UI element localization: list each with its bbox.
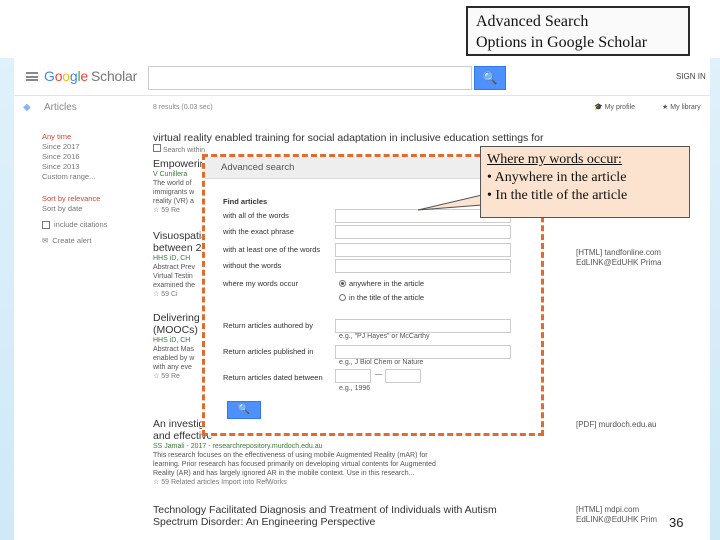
search-icon: 🔍	[482, 71, 498, 85]
at-least-one-input[interactable]	[335, 243, 511, 257]
query-echo: virtual reality enabled training for soc…	[153, 132, 544, 144]
checkbox-icon[interactable]	[153, 144, 161, 152]
my-library-link[interactable]: ★ My library	[662, 103, 701, 111]
slide-title-box: Advanced Search Options in Google Schola…	[466, 6, 690, 56]
fulltext-link-label: [HTML] tandfonline.com	[576, 248, 661, 257]
fulltext-link[interactable]: [HTML] mdpi.com EdLINK@EdUHK Prim	[576, 505, 657, 525]
envelope-icon: ✉	[42, 236, 49, 245]
authored-example: e.g., "PJ Hayes" or McCarthy	[339, 333, 430, 340]
callout-heading: Where my words occur:	[487, 152, 622, 167]
result-title-cont[interactable]: Spectrum Disorder: An Engineering Perspe…	[153, 516, 573, 528]
time-filter-2016[interactable]: Since 2016	[42, 152, 142, 162]
radio-anywhere[interactable]: anywhere in the article	[339, 279, 424, 288]
sort-date[interactable]: Sort by date	[42, 204, 142, 214]
page-number: 36	[669, 515, 684, 530]
google-scholar-logo[interactable]: Google Scholar	[44, 68, 137, 84]
result-meta: SS Jamali - 2017 - researchrepository.mu…	[153, 443, 323, 450]
include-citations-toggle[interactable]: include citations	[42, 220, 142, 230]
find-articles-heading: Find articles	[223, 197, 268, 206]
search-icon: 🔍	[237, 404, 251, 415]
filter-sidebar: Any time Since 2017 Since 2016 Since 201…	[42, 132, 142, 246]
fulltext-link[interactable]: [PDF] murdoch.edu.au	[576, 420, 656, 430]
time-filter-any[interactable]: Any time	[42, 132, 142, 142]
logo-letter: G	[44, 68, 55, 84]
exact-phrase-input[interactable]	[335, 225, 511, 239]
slide-title-line1: Advanced Search	[476, 13, 589, 30]
my-profile-label: My profile	[604, 104, 636, 111]
callout-item: • Anywhere in the article	[487, 170, 627, 185]
slide-right-border	[710, 58, 720, 540]
results-count: 8 results (0.03 sec)	[153, 104, 213, 111]
time-filter-2013[interactable]: Since 2013	[42, 162, 142, 172]
date-to-input[interactable]	[385, 369, 421, 383]
logo-letter: o	[62, 68, 70, 84]
radio-anywhere-label: anywhere in the article	[349, 279, 425, 288]
date-separator: —	[375, 371, 382, 378]
result-snippet: Reality (AR) and has largely ignored AR …	[153, 470, 415, 477]
sort-relevance[interactable]: Sort by relevance	[42, 194, 142, 204]
radio-icon[interactable]	[339, 294, 346, 301]
search-within-label: Search within	[162, 147, 205, 154]
at-least-one-label: with at least one of the words	[223, 245, 321, 254]
without-words-label: without the words	[223, 261, 282, 270]
library-link-label: EdLINK@EdUHK Prima	[576, 258, 662, 267]
authored-by-input[interactable]	[335, 319, 511, 333]
without-words-input[interactable]	[335, 259, 511, 273]
slide-left-border	[0, 58, 14, 540]
create-alert-link[interactable]: ✉ Create alert	[42, 236, 142, 246]
scholar-screenshot: Google Scholar 🔍 SIGN IN ◆ Articles 8 res…	[14, 58, 710, 540]
my-profile-link[interactable]: 🎓 My profile	[594, 103, 635, 111]
section-label: Articles	[44, 102, 77, 113]
dated-between-label: Return articles dated between	[223, 373, 323, 382]
callout-pointer	[417, 194, 483, 211]
dated-example: e.g., 1996	[339, 385, 371, 392]
advanced-search-button[interactable]: 🔍	[227, 401, 261, 419]
result-item: Technology Facilitated Diagnosis and Tre…	[153, 504, 573, 528]
radio-title[interactable]: in the title of the article	[339, 293, 424, 302]
library-link-label: EdLINK@EdUHK Prim	[576, 515, 658, 524]
sub-header: ◆ Articles 8 results (0.03 sec) 🎓 My pro…	[14, 98, 710, 120]
fulltext-link-label: [HTML] mdpi.com	[576, 505, 640, 514]
fulltext-link-label: [PDF] murdoch.edu.au	[576, 420, 657, 429]
hamburger-menu-icon[interactable]	[26, 72, 38, 81]
callout-item: • In the title of the article	[487, 188, 628, 203]
result-snippet: learning. Prior research has focused pri…	[153, 461, 436, 468]
scholar-header: Google Scholar 🔍 SIGN IN	[14, 58, 710, 96]
time-filter-custom[interactable]: Custom range...	[42, 172, 142, 182]
sign-in-link[interactable]: SIGN IN	[676, 72, 706, 81]
result-snippet: This research focuses on the effectivene…	[153, 452, 428, 459]
published-example: e.g., J Biol Chem or Nature	[339, 359, 424, 366]
published-in-label: Return articles published in	[223, 347, 314, 356]
radio-title-label: in the title of the article	[349, 293, 425, 302]
where-words-callout: Where my words occur: • Anywhere in the …	[480, 146, 690, 218]
published-in-input[interactable]	[335, 345, 511, 359]
checkbox-icon[interactable]	[42, 221, 50, 229]
time-filter-2017[interactable]: Since 2017	[42, 142, 142, 152]
include-citations-label: include citations	[54, 220, 108, 229]
authored-by-label: Return articles authored by	[223, 321, 314, 330]
date-from-input[interactable]	[335, 369, 371, 383]
logo-product: Scholar	[91, 68, 138, 84]
result-links[interactable]: ☆ 59 Related articles Import into RefWor…	[153, 478, 573, 488]
my-library-label: My library	[670, 104, 701, 111]
result-title[interactable]: Technology Facilitated Diagnosis and Tre…	[153, 504, 573, 516]
home-icon[interactable]: ◆	[23, 102, 31, 113]
create-alert-label: Create alert	[52, 236, 92, 245]
slide-title-line2: Options in Google Scholar	[476, 34, 648, 51]
exact-phrase-label: with the exact phrase	[223, 227, 294, 236]
all-words-label: with all of the words	[223, 211, 289, 220]
fulltext-link[interactable]: [HTML] tandfonline.com EdLINK@EdUHK Prim…	[576, 248, 661, 268]
where-occur-label: where my words occur	[223, 279, 299, 288]
logo-letter: e	[80, 68, 88, 84]
search-input[interactable]	[148, 66, 472, 90]
radio-icon[interactable]	[339, 280, 346, 287]
search-button[interactable]: 🔍	[474, 66, 506, 90]
